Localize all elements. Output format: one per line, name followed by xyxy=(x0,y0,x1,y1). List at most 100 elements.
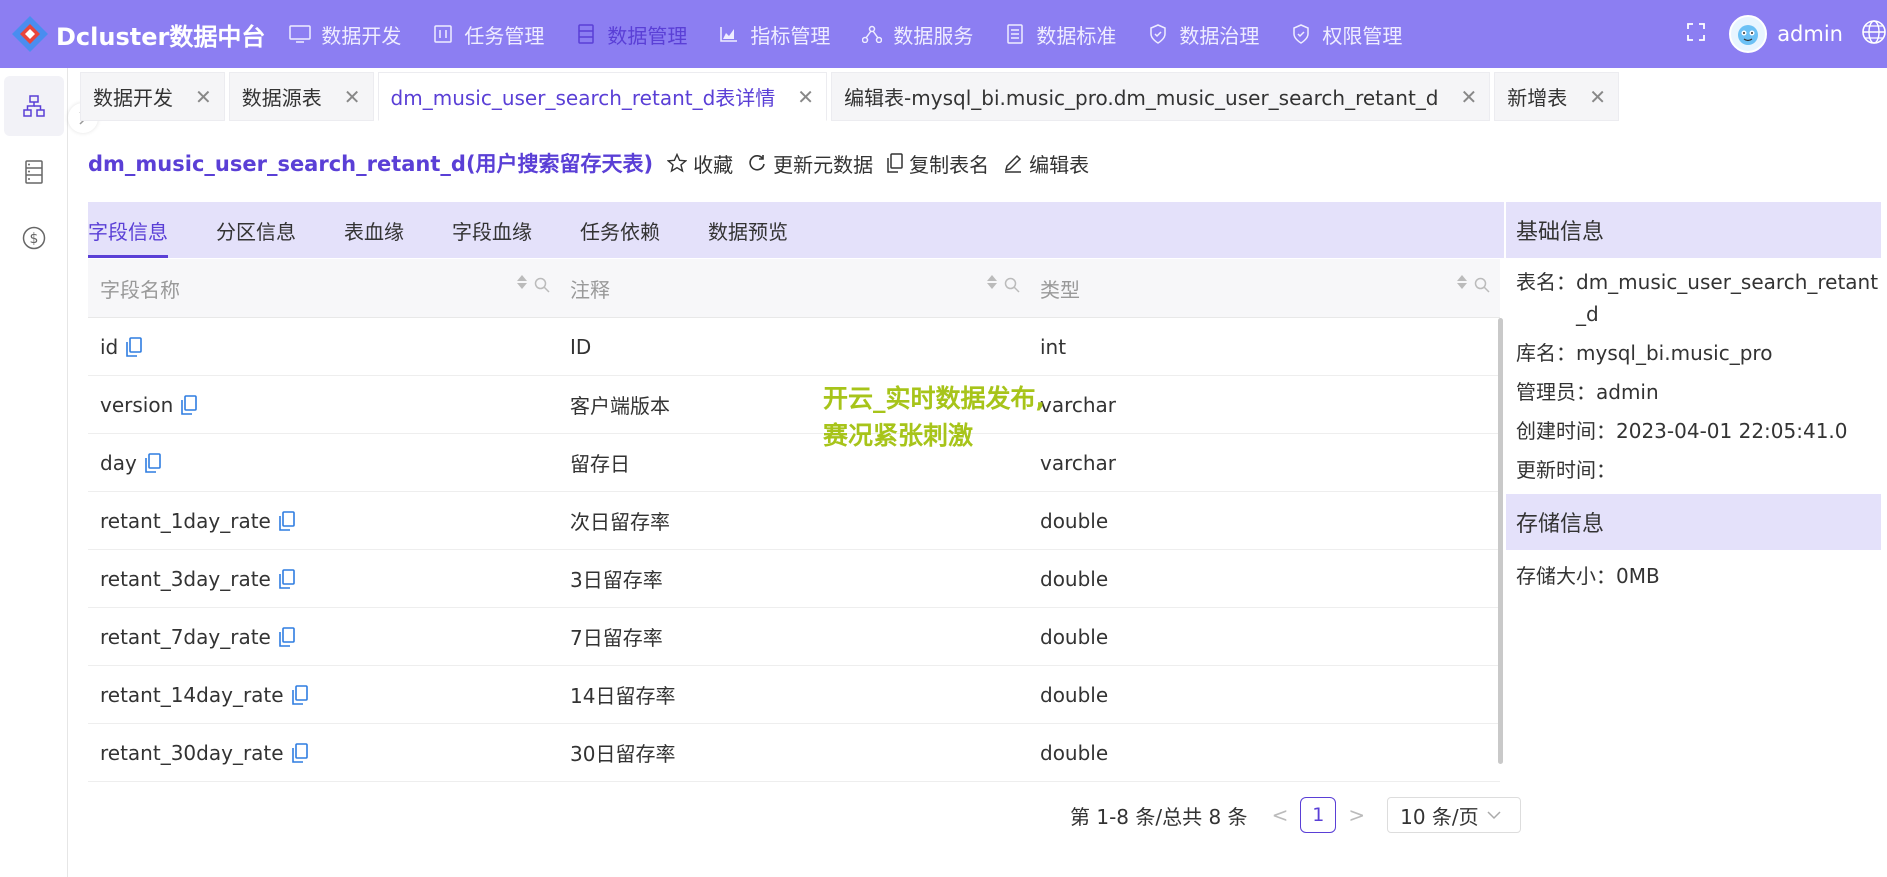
watermark-text: 开云_实时数据发布, 赛况紧张刺激 xyxy=(823,380,1045,454)
svg-text:$: $ xyxy=(30,231,39,247)
type-cell: double xyxy=(1028,509,1498,533)
close-icon[interactable]: ✕ xyxy=(1589,85,1606,109)
chart-icon xyxy=(718,23,740,45)
table-row: retant_3day_rate 3日留存率 double xyxy=(88,550,1500,608)
refresh-metadata-button[interactable]: 更新元数据 xyxy=(747,149,873,178)
nav-label: 指标管理 xyxy=(750,23,831,48)
column-header-comment[interactable]: 注释 xyxy=(558,274,1028,303)
cell-text: version xyxy=(100,392,174,417)
info-key: 存储大小： xyxy=(1516,564,1616,588)
info-row: 更新时间： xyxy=(1506,454,1881,486)
copy-icon[interactable] xyxy=(126,336,143,357)
nav-item-data-governance[interactable]: 数据治理 xyxy=(1147,20,1259,49)
tab-label: 编辑表-mysql_bi.music_pro.dm_music_user_sea… xyxy=(844,86,1439,110)
tab-data-dev[interactable]: 数据开发 ✕ xyxy=(80,72,225,121)
copy-icon[interactable] xyxy=(279,568,295,589)
page-number-button[interactable]: 1 xyxy=(1300,797,1337,833)
column-header-field-name[interactable]: 字段名称 xyxy=(88,274,558,303)
sidebar-item-cost[interactable]: $ xyxy=(4,208,64,268)
field-name-cell: day xyxy=(88,451,558,475)
sort-icon[interactable] xyxy=(986,272,998,297)
logo[interactable]: Dcluster数据中台 xyxy=(10,14,265,54)
table-row: retant_7day_rate 7日留存率 double xyxy=(88,608,1500,666)
nav-label: 数据标准 xyxy=(1036,23,1117,48)
search-icon[interactable] xyxy=(534,274,550,298)
nav-label: 数据开发 xyxy=(321,23,402,48)
subtab-partition-info[interactable]: 分区信息 xyxy=(216,202,296,258)
type-cell: double xyxy=(1028,741,1498,765)
subtab-data-preview[interactable]: 数据预览 xyxy=(708,202,788,258)
hierarchy-icon xyxy=(23,95,45,117)
nav-item-data-service[interactable]: 数据服务 xyxy=(861,20,973,49)
cell-text: retant_3day_rate xyxy=(100,566,271,591)
watermark-line: 开云_实时数据发布, xyxy=(823,384,1045,413)
table-scrollbar[interactable] xyxy=(1498,318,1503,764)
prev-page-icon[interactable]: < xyxy=(1272,803,1289,827)
nav-item-permission[interactable]: 权限管理 xyxy=(1290,20,1402,49)
edit-table-button[interactable]: 编辑表 xyxy=(1003,149,1089,178)
cell-text: double xyxy=(1040,740,1109,765)
cell-text: double xyxy=(1040,566,1109,591)
field-name-cell: retant_14day_rate xyxy=(88,683,558,707)
tab-data-source-table[interactable]: 数据源表 ✕ xyxy=(228,72,374,121)
tab-new-table[interactable]: 新增表 ✕ xyxy=(1494,72,1620,121)
copy-icon[interactable] xyxy=(291,742,308,763)
cell-text: retant_14day_rate xyxy=(100,682,284,707)
favorite-button[interactable]: 收藏 xyxy=(667,149,733,178)
copy-icon[interactable] xyxy=(144,452,161,473)
storage-info-list: 存储大小： 0MB xyxy=(1506,550,1881,592)
sidebar-item-structure[interactable] xyxy=(4,76,64,136)
fullscreen-icon[interactable] xyxy=(1687,22,1706,46)
nav-label: 权限管理 xyxy=(1322,23,1403,48)
copy-icon[interactable] xyxy=(279,510,295,531)
detail-subtabs: 字段信息 分区信息 表血缘 字段血缘 任务依赖 数据预览 xyxy=(88,202,1504,258)
copy-icon[interactable] xyxy=(291,684,308,705)
table-row: id ID int xyxy=(88,318,1500,376)
subtab-field-lineage[interactable]: 字段血缘 xyxy=(452,202,532,258)
tab-label: 新增表 xyxy=(1507,86,1568,110)
cell-text: retant_7day_rate xyxy=(100,624,271,649)
cell-text: double xyxy=(1040,682,1109,707)
sidebar-item-table[interactable] xyxy=(4,142,64,202)
field-name-cell: version xyxy=(88,393,558,417)
tab-edit-table[interactable]: 编辑表-mysql_bi.music_pro.dm_music_user_sea… xyxy=(831,72,1491,121)
next-page-icon[interactable]: > xyxy=(1348,803,1365,827)
star-icon xyxy=(667,153,688,173)
search-icon[interactable] xyxy=(1004,274,1020,298)
info-row: 创建时间： 2023-04-01 22:05:41.0 xyxy=(1506,415,1881,447)
edit-icon xyxy=(1003,153,1023,173)
sort-icon[interactable] xyxy=(1456,272,1468,297)
nav-item-data-management[interactable]: 数据管理 xyxy=(575,20,687,49)
column-title: 注释 xyxy=(570,277,610,302)
logo-icon xyxy=(12,16,48,52)
subtab-task-dependency[interactable]: 任务依赖 xyxy=(580,202,660,258)
nav-item-data-standard[interactable]: 数据标准 xyxy=(1004,20,1116,49)
page-size-select[interactable]: 10 条/页 xyxy=(1387,797,1522,833)
column-header-type[interactable]: 类型 xyxy=(1028,274,1498,303)
close-icon[interactable]: ✕ xyxy=(1461,85,1478,109)
nav-item-task-management[interactable]: 任务管理 xyxy=(432,20,544,49)
globe-icon[interactable] xyxy=(1861,19,1887,50)
info-key: 库名： xyxy=(1516,341,1576,365)
copy-icon[interactable] xyxy=(279,626,295,647)
close-icon[interactable]: ✕ xyxy=(797,85,814,109)
search-icon[interactable] xyxy=(1474,274,1490,298)
info-row: 库名： mysql_bi.music_pro xyxy=(1506,337,1881,369)
copy-table-name-button[interactable]: 复制表名 xyxy=(887,149,989,178)
tab-table-detail[interactable]: dm_music_user_search_retant_d表详情 ✕ xyxy=(377,72,828,121)
sort-icon[interactable] xyxy=(516,272,528,297)
close-icon[interactable]: ✕ xyxy=(195,85,212,109)
subtab-field-info[interactable]: 字段信息 xyxy=(88,202,168,258)
avatar[interactable] xyxy=(1729,15,1768,53)
copy-icon[interactable] xyxy=(181,394,198,415)
nav-item-data-dev[interactable]: 数据开发 xyxy=(289,20,401,49)
info-key: 管理员： xyxy=(1516,380,1596,404)
title-row: dm_music_user_search_retant_d(用户搜索留存天表) … xyxy=(88,148,1089,178)
user-name[interactable]: admin xyxy=(1777,22,1843,46)
open-tabs-bar: 数据开发 ✕ 数据源表 ✕ dm_music_user_search_retant_… xyxy=(80,72,1623,121)
table-row: day 留存日 varchar xyxy=(88,434,1500,492)
nav-item-metrics[interactable]: 指标管理 xyxy=(718,20,830,49)
copy-icon xyxy=(887,153,903,173)
close-icon[interactable]: ✕ xyxy=(344,85,361,109)
subtab-table-lineage[interactable]: 表血缘 xyxy=(344,202,404,258)
